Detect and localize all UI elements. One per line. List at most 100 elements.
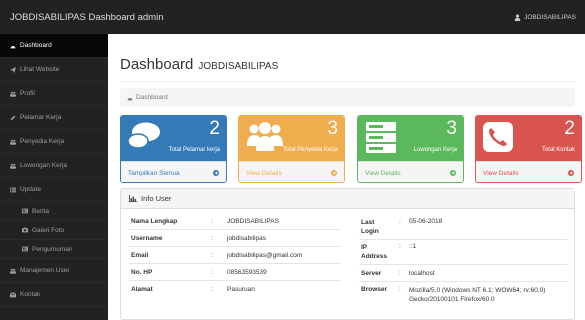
panel-count: 2 <box>209 118 220 139</box>
info-key: Nama Lengkap <box>131 218 178 225</box>
list-icon <box>10 187 16 192</box>
info-value: Pasuruan <box>227 286 255 293</box>
sidebar-item-penyedia-kerja[interactable]: Penyedia Kerja <box>0 130 108 154</box>
info-row-alamat: Alamat : Pasuruan <box>131 286 341 293</box>
arrow-circle-right-icon <box>331 170 337 176</box>
send-icon <box>10 66 16 73</box>
sidebar-item-label: Dashboard <box>20 42 52 49</box>
sidebar-item-kontak[interactable]: Kontak <box>0 283 108 307</box>
phone-icon <box>483 122 513 152</box>
panel-heading: 2 Total Kontak <box>476 116 581 161</box>
comments-icon <box>127 122 160 149</box>
panel-count: 2 <box>564 118 575 139</box>
sidebar-item-label: Lihat Website <box>20 66 60 73</box>
dashboard-icon <box>10 45 16 48</box>
info-sep: : <box>211 235 213 242</box>
info-row-username: Username : jobdisabilipas <box>131 235 341 242</box>
info-sep: : <box>399 243 401 250</box>
info-value: jobdisabilipas@gmail.com <box>227 252 303 259</box>
info-row-nama: Nama Lengkap : JOBDISABILIPAS <box>131 218 341 225</box>
arrow-circle-right-icon <box>450 170 456 176</box>
sidebar-item-manajemen-user[interactable]: Manajemen User <box>0 259 108 283</box>
info-key: Username <box>131 235 163 242</box>
sidebar-item-label: Galeri Foto <box>32 226 65 234</box>
app-title[interactable]: JOBDISABILIPAS Dashboard admin <box>10 12 163 23</box>
users-icon <box>10 139 16 145</box>
users-icon <box>10 163 16 169</box>
info-row-email: Email : jobdisabilipas@gmail.com <box>131 252 341 259</box>
top-navbar: JOBDISABILIPAS Dashboard admin JOBDISABI… <box>0 0 585 34</box>
info-key: No. HP <box>131 269 153 276</box>
divider <box>359 281 567 282</box>
panel-footer-link[interactable]: View Details <box>476 161 581 182</box>
info-sep: : <box>211 286 213 293</box>
divider <box>359 239 567 240</box>
panel-label: Total Pelamar kerja <box>168 147 220 153</box>
info-value: ::1 <box>409 243 417 250</box>
info-value: Mozilla/5.0 (Windows NT 6.1; WOW64; rv:6… <box>409 287 546 303</box>
panel-footer-link[interactable]: View Details <box>358 161 463 182</box>
sidebar-item-label: Pengumuman <box>32 245 73 253</box>
sidebar-item-update[interactable]: Update <box>0 178 108 202</box>
info-row-last-login: Last Login : 05-06-2018 <box>361 218 566 236</box>
panel-footer-link[interactable]: Tampilkan Semua <box>121 161 226 182</box>
divider <box>129 280 341 281</box>
info-row-browser: Browser : Mozilla/5.0 (Windows NT 6.1; W… <box>361 286 566 303</box>
info-row-server: Server : localhost <box>361 270 566 277</box>
sidebar-item-label: Berita <box>32 207 49 215</box>
group-icon <box>247 122 283 151</box>
sidebar-item-label: Profil <box>20 90 35 97</box>
sidebar-item-label: Manajemen User <box>20 267 70 274</box>
divider <box>359 264 567 265</box>
info-key: Email <box>131 252 149 259</box>
sidebar-item-lihat-website[interactable]: Lihat Website <box>0 58 108 82</box>
sidebar-item-label: Penyedia Kerja <box>20 138 65 145</box>
arrow-circle-right-icon <box>568 170 574 176</box>
panel-heading: 3 Lowongan Kerja <box>358 116 463 161</box>
sidebar-subitem-galeri-foto[interactable]: Galeri Foto <box>0 221 108 240</box>
page-subtitle: JOBDISABILIPAS <box>198 61 279 72</box>
panel-penyedia-kerja: 3 Total Penyedia Kerja View Details <box>238 115 345 183</box>
info-sep: : <box>399 286 401 293</box>
info-panel-heading: Info User <box>121 189 574 209</box>
sidebar-item-label: Lowongan Kerja <box>20 162 67 169</box>
sidebar-subitem-pengumuman[interactable]: Pengumuman <box>0 240 108 259</box>
info-value: jobdisabilipas <box>227 235 267 242</box>
sidebar: Dashboard Lihat Website Profil Pelamar K… <box>0 34 108 320</box>
user-icon <box>514 14 521 21</box>
info-key: Server <box>361 270 382 277</box>
sidebar-item-pelamar-kerja[interactable]: Pelamar Kerja <box>0 106 108 130</box>
info-value: localhost <box>409 270 435 277</box>
info-value: 05-06-2018 <box>409 218 443 225</box>
info-sep: : <box>211 218 213 225</box>
sidebar-item-profil[interactable]: Profil <box>0 82 108 106</box>
info-key: Last Login <box>361 219 379 235</box>
info-key: Alamat <box>131 286 153 293</box>
panel-footer-link[interactable]: View Details <box>239 161 344 182</box>
sidebar-item-label: Pelamar Kerja <box>20 114 62 121</box>
users-icon <box>10 91 16 97</box>
panel-pelamar-kerja: 2 Total Pelamar kerja Tampilkan Semua <box>120 115 227 183</box>
newspaper-icon <box>22 208 28 214</box>
dashboard-icon <box>127 97 133 100</box>
page-title-text: Dashboard <box>120 56 194 73</box>
panel-label: Total Kontak <box>541 147 575 153</box>
sidebar-subitem-berita[interactable]: Berita <box>0 202 108 221</box>
newspaper-icon <box>22 246 28 252</box>
pencil-icon <box>10 115 16 120</box>
panel-count: 3 <box>327 118 338 139</box>
server-icon <box>366 122 396 153</box>
panel-kontak: 2 Total Kontak View Details <box>475 115 582 183</box>
sidebar-item-dashboard[interactable]: Dashboard <box>0 34 108 58</box>
breadcrumb-label[interactable]: Dashboard <box>136 94 168 101</box>
panel-link-text: Tampilkan Semua <box>128 169 180 177</box>
info-sep: : <box>211 269 213 276</box>
user-menu[interactable]: JOBDISABILIPAS <box>514 14 576 21</box>
info-sep: : <box>211 252 213 259</box>
title-divider <box>120 81 575 82</box>
sidebar-item-lowongan-kerja[interactable]: Lowongan Kerja <box>0 154 108 178</box>
envelope-icon <box>10 291 16 297</box>
info-sep: : <box>399 218 401 225</box>
page-title: Dashboard JOBDISABILIPAS <box>120 56 278 73</box>
info-key: Browser <box>361 286 388 293</box>
